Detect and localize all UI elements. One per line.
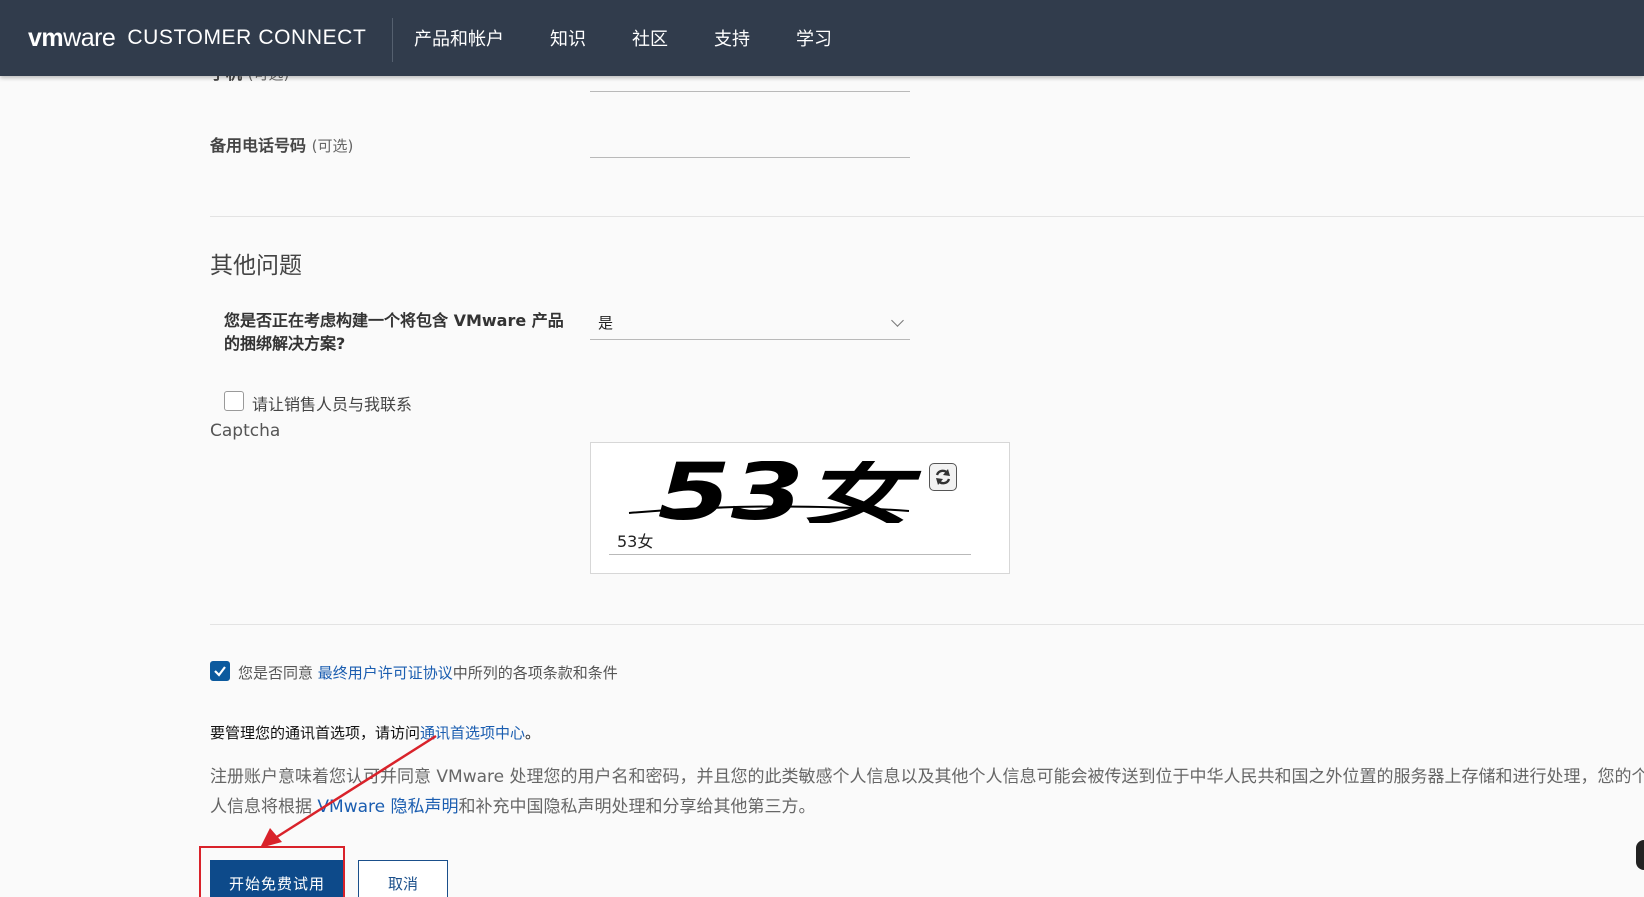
arrow-annotation — [260, 734, 437, 848]
logo-ware: ware — [63, 23, 116, 52]
nav-products-accounts[interactable]: 产品和帐户 — [414, 25, 504, 51]
refresh-icon[interactable] — [929, 463, 957, 491]
check-icon — [214, 666, 226, 677]
agree-terms-checkbox[interactable] — [210, 661, 230, 681]
section-divider-2 — [210, 624, 1644, 625]
chevron-down-icon — [891, 313, 904, 327]
nav-knowledge[interactable]: 知识 — [550, 25, 586, 51]
logo-vm: vm — [28, 23, 64, 52]
alt-phone-input[interactable] — [590, 128, 910, 158]
cancel-button[interactable]: 取消 — [358, 860, 448, 897]
bundle-question-label: 您是否正在考虑构建一个将包含 VMware 产品的捆绑解决方案? — [224, 311, 564, 353]
captcha-glyphs: 53女 — [658, 461, 923, 523]
nav-learning[interactable]: 学习 — [796, 25, 832, 51]
header-divider — [392, 18, 393, 62]
main-nav: 产品和帐户 知识 社区 支持 学习 — [414, 0, 878, 76]
sales-contact-checkbox[interactable] — [224, 391, 244, 411]
captcha-image: 53女 — [609, 461, 923, 523]
alt-phone-label: 备用电话号码 (可选) — [210, 136, 354, 155]
section-divider — [210, 216, 1644, 217]
scroll-indicator[interactable] — [1636, 840, 1644, 870]
nav-support[interactable]: 支持 — [714, 25, 750, 51]
bundle-question-select[interactable]: 是 — [590, 306, 910, 340]
top-nav-bar: vm ware CUSTOMER CONNECT 产品和帐户 知识 社区 支持 … — [0, 0, 1644, 76]
logo-customer-connect: CUSTOMER CONNECT — [127, 26, 367, 49]
nav-community[interactable]: 社区 — [632, 25, 668, 51]
annotation-highlight-box — [199, 846, 345, 897]
captcha-label: Captcha — [210, 421, 281, 441]
captcha-box: 53女 — [590, 442, 1010, 574]
sales-contact-label: 请让销售人员与我联系 — [252, 395, 413, 414]
bundle-question-value: 是 — [598, 314, 614, 332]
eula-link[interactable]: 最终用户许可证协议 — [318, 664, 453, 682]
section-title: 其他问题 — [210, 253, 302, 279]
vmware-logo[interactable]: vm ware CUSTOMER CONNECT — [28, 22, 366, 54]
captcha-input[interactable] — [609, 525, 971, 555]
agree-terms-text: 您是否同意 最终用户许可证协议中所列的各项条款和条件 — [238, 664, 618, 682]
